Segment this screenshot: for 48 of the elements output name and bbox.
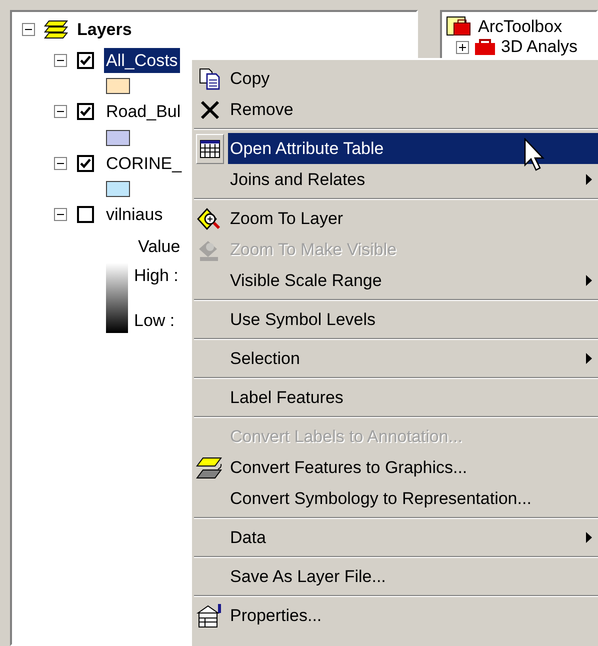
legend-label: High : [134,265,178,287]
layers-convert-icon [195,454,225,480]
expand-icon[interactable] [456,40,469,54]
submenu-arrow-icon [586,174,592,185]
toolbox-title: ArcToolbox [478,17,562,37]
copy-icon [198,68,222,90]
layers-icon [43,18,69,41]
collapse-icon[interactable] [54,105,67,118]
menu-item[interactable]: Data [228,522,598,553]
close-icon [200,100,220,120]
collapse-icon[interactable] [54,54,67,67]
menu-item[interactable]: Label Features [228,382,598,413]
menu-item[interactable]: Copy [228,63,598,94]
checkbox[interactable] [77,103,94,120]
table-icon [196,134,224,164]
mouse-pointer-icon [524,138,546,172]
menu-item[interactable]: Save As Layer File... [228,561,598,592]
layers-title: Layers [77,19,132,41]
collapse-icon[interactable] [54,208,67,222]
menu-item[interactable]: Remove [228,94,598,125]
collapse-icon[interactable] [22,23,35,36]
menu-item[interactable]: Use Symbol Levels [228,304,598,335]
legend-heading: Value [138,236,180,256]
layer-name[interactable]: Road_Bul [104,99,183,124]
properties-icon [196,602,224,628]
menu-item[interactable]: Properties... [228,600,598,631]
layer-name[interactable]: All_Costs [104,48,180,73]
toolbox-icon [473,39,497,55]
collapse-icon[interactable] [54,156,67,170]
toolbox-icon [446,16,472,38]
legend-label: Low : [134,310,176,332]
menu-item[interactable]: Selection [228,343,598,374]
submenu-arrow-icon [586,353,592,364]
layer-name[interactable]: vilniaus [104,202,165,228]
menu-item[interactable]: Convert Features to Graphics... [228,452,598,483]
gradient-ramp [106,263,128,333]
menu-item[interactable]: Zoom To Layer [228,203,598,234]
menu-item[interactable]: Joins and Relates [228,164,598,195]
submenu-arrow-icon [586,532,592,543]
submenu-arrow-icon [586,275,592,286]
toolbox-item[interactable]: 3D Analys [501,38,578,56]
menu-item[interactable]: Open Attribute Table [228,133,598,164]
checkbox[interactable] [77,52,94,69]
checkbox[interactable] [77,154,94,172]
menu-item[interactable]: Convert Symbology to Representation... [228,483,598,514]
checkbox[interactable] [77,206,94,224]
menu-item[interactable]: Visible Scale Range [228,265,598,296]
layer-name[interactable]: CORINE_ [104,150,184,176]
